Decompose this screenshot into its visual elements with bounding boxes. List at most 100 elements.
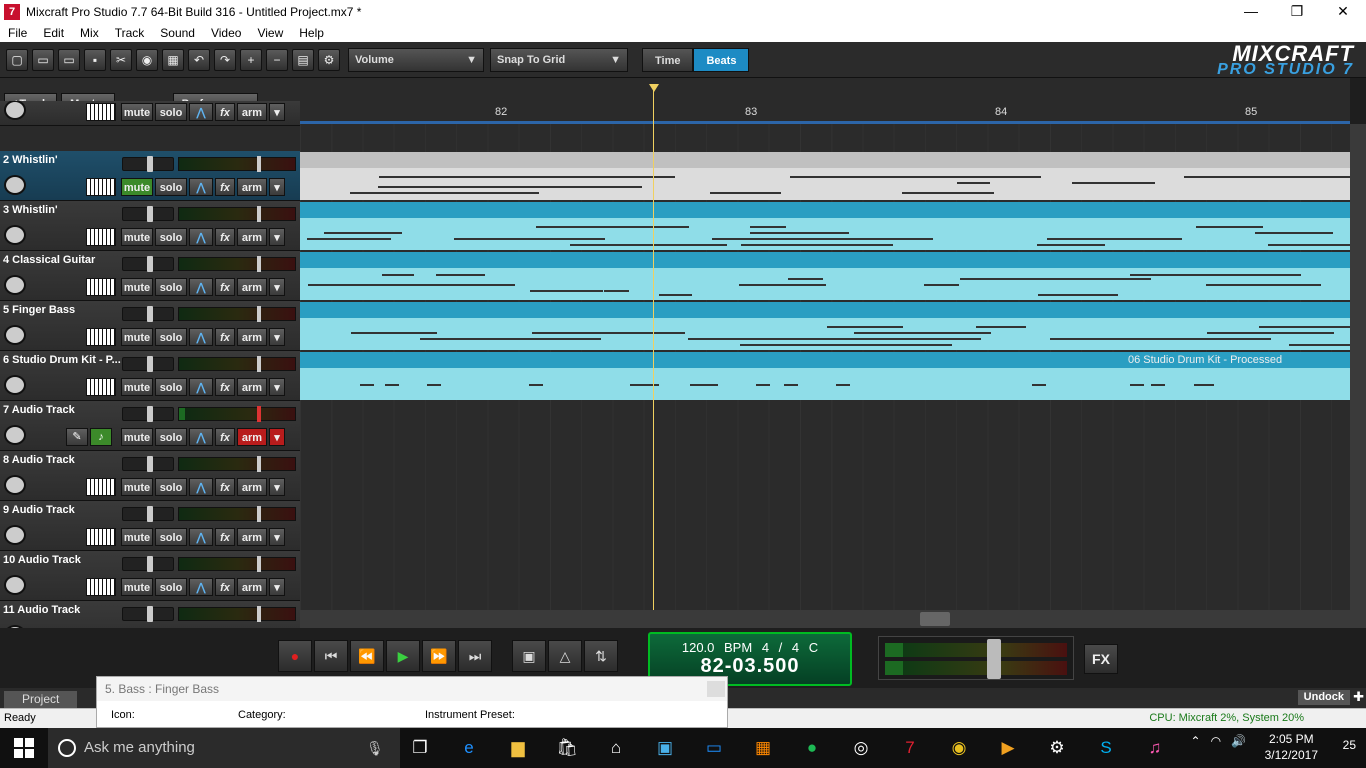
- track-level-meter[interactable]: [178, 306, 296, 322]
- edge-icon[interactable]: e: [453, 732, 485, 764]
- track-header[interactable]: 10 Audio Track mute solo ⋀ fx arm ▾: [0, 551, 300, 601]
- audio-icon[interactable]: [4, 425, 26, 445]
- solo-button[interactable]: solo: [155, 178, 187, 196]
- microphone-icon[interactable]: 🎙: [366, 728, 384, 768]
- automation-icon[interactable]: ⋀: [189, 103, 213, 121]
- mute-button[interactable]: mute: [121, 378, 153, 396]
- clip-classical-guitar[interactable]: [300, 252, 1350, 300]
- new-project-icon[interactable]: ▢: [6, 48, 28, 71]
- track-menu-chevron-icon[interactable]: ▾: [269, 528, 285, 546]
- close-button[interactable]: ✕: [1320, 0, 1366, 24]
- record-icon[interactable]: ●: [278, 640, 312, 672]
- drum-kit-icon[interactable]: [4, 375, 26, 395]
- timeline-ruler[interactable]: 82 83 84 85: [300, 78, 1350, 124]
- solo-button[interactable]: solo: [155, 528, 187, 546]
- wifi-icon[interactable]: ◠: [1211, 734, 1221, 748]
- master-fx-button[interactable]: FX: [1084, 644, 1118, 674]
- menu-track[interactable]: Track: [107, 26, 153, 40]
- track-volume-slider[interactable]: [122, 156, 174, 172]
- zoom-out-icon[interactable]: −: [266, 48, 288, 71]
- track-level-meter[interactable]: [178, 456, 296, 472]
- fx-button[interactable]: fx: [215, 228, 235, 246]
- track-name[interactable]: 3 Whistlin': [3, 204, 58, 216]
- keyboard-icon[interactable]: [86, 478, 116, 496]
- mute-button[interactable]: mute: [121, 103, 153, 121]
- media-player-icon[interactable]: ▶: [992, 732, 1024, 764]
- lenovo-icon[interactable]: ▭: [698, 732, 730, 764]
- solo-button[interactable]: solo: [155, 103, 187, 121]
- track-volume-slider[interactable]: [122, 456, 174, 472]
- cut-icon[interactable]: ✂: [110, 48, 132, 71]
- bass-guitar-icon[interactable]: [4, 325, 26, 345]
- solo-button[interactable]: solo: [155, 278, 187, 296]
- keyboard-icon[interactable]: [86, 278, 116, 296]
- fx-button[interactable]: fx: [215, 178, 235, 196]
- undock-button[interactable]: Undock: [1297, 690, 1350, 705]
- track-name[interactable]: 11 Audio Track: [3, 604, 80, 616]
- undo-icon[interactable]: ↶: [188, 48, 210, 71]
- mute-button[interactable]: mute: [121, 578, 153, 596]
- whistle-icon[interactable]: [4, 175, 26, 195]
- open-folder-icon[interactable]: ▭: [32, 48, 54, 71]
- solo-button[interactable]: solo: [155, 428, 187, 446]
- beats-button[interactable]: Beats: [693, 47, 750, 72]
- track-volume-slider[interactable]: [122, 206, 174, 222]
- settings-icon[interactable]: ⚙: [1041, 732, 1073, 764]
- clip-finger-bass[interactable]: [300, 302, 1350, 350]
- track-menu-chevron-icon[interactable]: ▾: [269, 578, 285, 596]
- track-volume-slider[interactable]: [122, 506, 174, 522]
- speaker-icon[interactable]: ♪: [90, 428, 112, 446]
- start-icon[interactable]: [14, 738, 34, 758]
- minimize-button[interactable]: —: [1228, 0, 1274, 24]
- automation-icon[interactable]: ⋀: [189, 478, 213, 496]
- menu-mix[interactable]: Mix: [72, 26, 107, 40]
- redo-icon[interactable]: ↷: [214, 48, 236, 71]
- track-level-meter[interactable]: [178, 556, 296, 572]
- track-menu-chevron-icon[interactable]: ▾: [269, 378, 285, 396]
- fx-button[interactable]: fx: [215, 378, 235, 396]
- fast-forward-icon[interactable]: ⏩: [422, 640, 456, 672]
- track-name[interactable]: 8 Audio Track: [3, 454, 75, 466]
- punch-icon[interactable]: ⇅: [584, 640, 618, 672]
- track-name[interactable]: 10 Audio Track: [3, 554, 81, 566]
- panel-close-button[interactable]: [707, 681, 725, 697]
- solo-button[interactable]: solo: [155, 228, 187, 246]
- audio-icon[interactable]: [4, 475, 26, 495]
- mute-button[interactable]: mute: [121, 478, 153, 496]
- audio-icon[interactable]: [4, 525, 26, 545]
- automation-icon[interactable]: ⋀: [189, 378, 213, 396]
- fx-button[interactable]: fx: [215, 478, 235, 496]
- midi-icon[interactable]: ▤: [292, 48, 314, 71]
- mute-button[interactable]: mute: [121, 278, 153, 296]
- track-header[interactable]: 8 Audio Track mute solo ⋀ fx arm ▾: [0, 451, 300, 501]
- track-name[interactable]: 5 Finger Bass: [3, 304, 75, 316]
- keyboard-icon[interactable]: [86, 328, 116, 346]
- mute-button[interactable]: mute: [121, 328, 153, 346]
- timeline-grid[interactable]: 06 Studio Drum Kit - Processed: [300, 124, 1350, 610]
- fx-button[interactable]: fx: [215, 528, 235, 546]
- arm-button[interactable]: arm: [237, 228, 267, 246]
- fx-button[interactable]: fx: [215, 328, 235, 346]
- arm-button[interactable]: arm: [237, 478, 267, 496]
- track-name[interactable]: 7 Audio Track: [3, 404, 75, 416]
- volume-icon[interactable]: 🔊: [1231, 734, 1246, 748]
- track-header[interactable]: mute solo ⋀ fx arm ▾: [0, 101, 300, 126]
- go-to-end-icon[interactable]: ⏭: [458, 640, 492, 672]
- menu-help[interactable]: Help: [291, 26, 332, 40]
- store-icon[interactable]: 🛍: [551, 732, 583, 764]
- track-volume-slider[interactable]: [122, 406, 174, 422]
- track-level-meter[interactable]: [178, 356, 296, 372]
- loop-icon[interactable]: ▣: [512, 640, 546, 672]
- cortana-search-box[interactable]: Ask me anything 🎙: [48, 728, 400, 768]
- steam-icon[interactable]: ◎: [845, 732, 877, 764]
- automation-icon[interactable]: ⋀: [189, 228, 213, 246]
- fx-button[interactable]: fx: [215, 278, 235, 296]
- master-volume-fader[interactable]: [987, 639, 1001, 679]
- track-header[interactable]: 4 Classical Guitar mute solo ⋀ fx arm ▾: [0, 251, 300, 301]
- itunes-icon[interactable]: ♫: [1139, 732, 1171, 764]
- track-volume-slider[interactable]: [122, 356, 174, 372]
- horizontal-scrollbar[interactable]: [300, 610, 1366, 628]
- mixdown-icon[interactable]: ▦: [162, 48, 184, 71]
- audio-icon[interactable]: [4, 575, 26, 595]
- taskbar-clock[interactable]: 2:05 PM 3/12/2017: [1265, 731, 1318, 763]
